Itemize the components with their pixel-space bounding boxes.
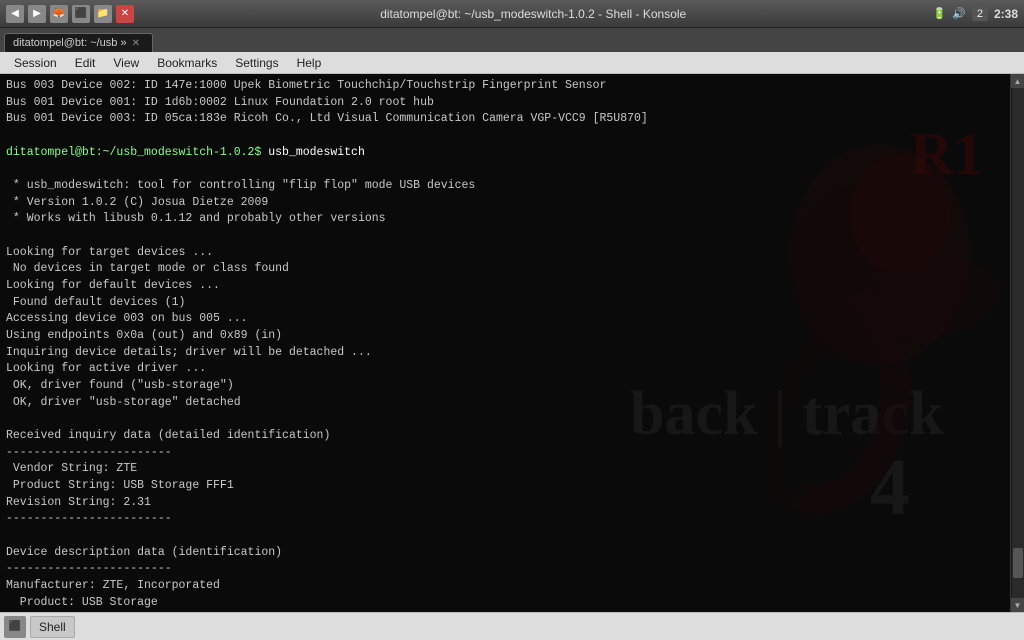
clock: 2:38 xyxy=(994,7,1018,21)
terminal-line: * usb_modeswitch: tool for controlling "… xyxy=(6,179,475,192)
terminal-line: Received inquiry data (detailed identifi… xyxy=(6,429,330,442)
nav-forward-icon[interactable]: ▶ xyxy=(28,5,46,23)
terminal-line: Bus 001 Device 003: ID 05ca:183e Ricoh C… xyxy=(6,112,648,125)
nav-back-icon[interactable]: ◀ xyxy=(6,5,24,23)
terminal-line: Found default devices (1) xyxy=(6,296,185,309)
terminal-line: Looking for active driver ... xyxy=(6,362,206,375)
browser-icon[interactable]: 🦊 xyxy=(50,5,68,23)
terminal-line: Product String: USB Storage FFF1 xyxy=(6,479,234,492)
terminal-line: Manufacturer: ZTE, Incorporated xyxy=(6,579,220,592)
terminal-line: ------------------------ xyxy=(6,512,172,525)
terminal-line: Accessing device 003 on bus 005 ... xyxy=(6,312,248,325)
terminal-line: Product: USB Storage xyxy=(6,596,158,609)
terminal-line: Looking for default devices ... xyxy=(6,279,220,292)
menu-item-view[interactable]: View xyxy=(105,54,147,72)
terminal-line: ------------------------ xyxy=(6,446,172,459)
terminal-line: OK, driver found ("usb-storage") xyxy=(6,379,234,392)
close-icon[interactable]: ✕ xyxy=(116,5,134,23)
terminal-command: usb_modeswitch xyxy=(261,146,365,159)
files-icon[interactable]: 📁 xyxy=(94,5,112,23)
scroll-track[interactable] xyxy=(1012,88,1024,598)
window-title: ditatompel@bt: ~/usb_modeswitch-1.0.2 - … xyxy=(134,7,932,21)
titlebar-right: 🔋 🔊 2 2:38 xyxy=(932,7,1018,21)
scroll-thumb[interactable] xyxy=(1013,548,1023,578)
menu-item-edit[interactable]: Edit xyxy=(67,54,104,72)
terminal-wrapper: R1 back | track 4 Bus 003 Device 002: ID… xyxy=(0,74,1024,612)
terminal-line: * Works with libusb 0.1.12 and probably … xyxy=(6,212,386,225)
terminal-line: Vendor String: ZTE xyxy=(6,462,137,475)
terminal-line: OK, driver "usb-storage" detached xyxy=(6,396,241,409)
tab-label: ditatompel@bt: ~/usb » xyxy=(13,37,127,49)
terminal-line: Using endpoints 0x0a (out) and 0x89 (in) xyxy=(6,329,282,342)
scroll-down-arrow[interactable]: ▼ xyxy=(1011,598,1024,612)
terminal-line: No devices in target mode or class found xyxy=(6,262,289,275)
terminal-line: ------------------------ xyxy=(6,562,172,575)
titlebar-controls: ◀ ▶ 🦊 ⬛ 📁 ✕ xyxy=(6,5,134,23)
terminal-line: Bus 001 Device 001: ID 1d6b:0002 Linux F… xyxy=(6,96,434,109)
terminal-line: Device description data (identification) xyxy=(6,546,282,559)
taskbar-shell-button[interactable]: Shell xyxy=(30,616,75,638)
menu-item-settings[interactable]: Settings xyxy=(227,54,286,72)
menu-item-session[interactable]: Session xyxy=(6,54,65,72)
terminal-line: * Version 1.0.2 (C) Josua Dietze 2009 xyxy=(6,196,268,209)
terminal-line: Inquiring device details; driver will be… xyxy=(6,346,372,359)
terminal-line: Looking for target devices ... xyxy=(6,246,213,259)
tabbar: ditatompel@bt: ~/usb » ✕ xyxy=(0,28,1024,52)
taskbar-icon: ⬛ xyxy=(4,616,26,638)
desktop-badge: 2 xyxy=(972,7,988,21)
tab-close-icon[interactable]: ✕ xyxy=(132,38,140,49)
terminal-line: ditatompel@bt:~/usb_modeswitch-1.0.2$ us… xyxy=(6,146,365,159)
menubar: SessionEditViewBookmarksSettingsHelp xyxy=(0,52,1024,74)
scrollbar[interactable]: ▲ ▼ xyxy=(1010,74,1024,612)
terminal-line: Revision String: 2.31 xyxy=(6,496,151,509)
taskbar-shell-label: Shell xyxy=(39,620,66,634)
terminal-output[interactable]: Bus 003 Device 002: ID 147e:1000 Upek Bi… xyxy=(0,74,1010,612)
terminal-content[interactable]: R1 back | track 4 Bus 003 Device 002: ID… xyxy=(0,74,1010,612)
tray-icon-2: 🔊 xyxy=(952,7,966,20)
tray-icon-1: 🔋 xyxy=(932,7,946,20)
titlebar: ◀ ▶ 🦊 ⬛ 📁 ✕ ditatompel@bt: ~/usb_modeswi… xyxy=(0,0,1024,28)
taskbar: ⬛ Shell xyxy=(0,612,1024,640)
menu-item-bookmarks[interactable]: Bookmarks xyxy=(149,54,225,72)
terminal-line: Bus 003 Device 002: ID 147e:1000 Upek Bi… xyxy=(6,79,606,92)
terminal-icon[interactable]: ⬛ xyxy=(72,5,90,23)
scroll-up-arrow[interactable]: ▲ xyxy=(1011,74,1024,88)
menu-item-help[interactable]: Help xyxy=(289,54,330,72)
terminal-tab[interactable]: ditatompel@bt: ~/usb » ✕ xyxy=(4,33,153,52)
terminal-prompt: ditatompel@bt:~/usb_modeswitch-1.0.2$ xyxy=(6,146,261,159)
